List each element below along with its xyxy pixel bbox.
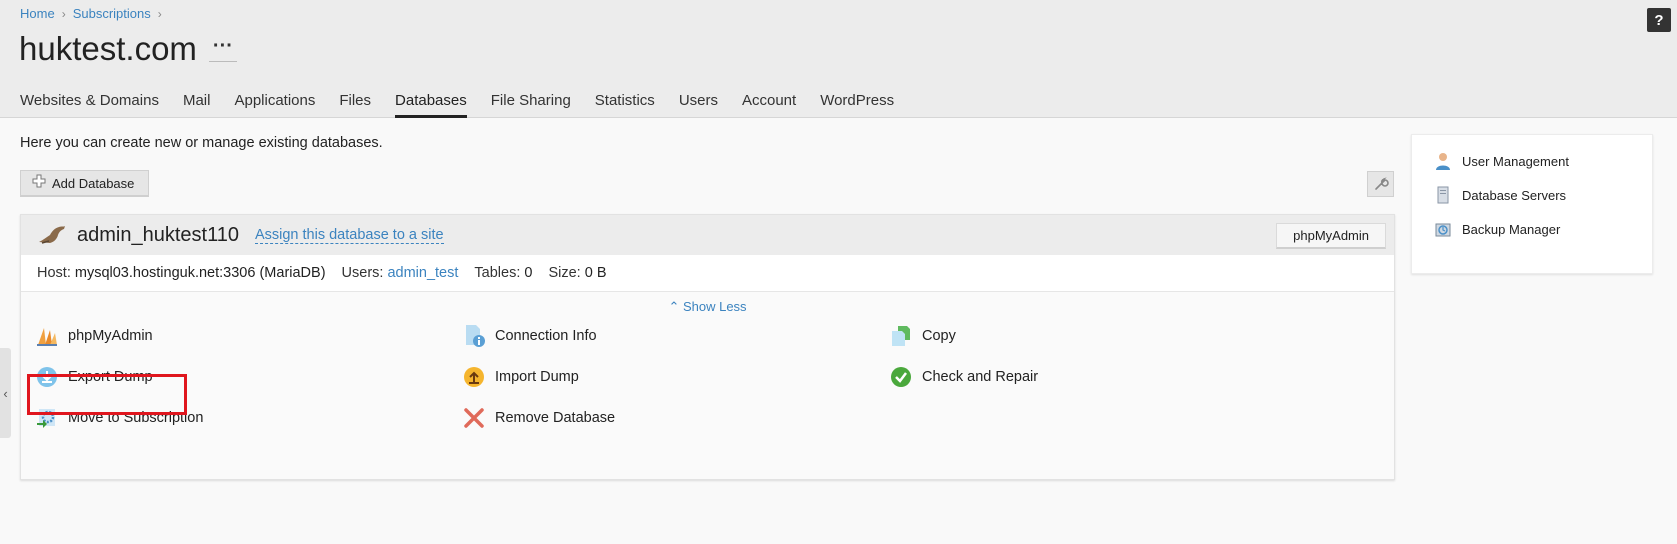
action-label: phpMyAdmin <box>68 328 153 344</box>
action-remove-database[interactable]: Remove Database <box>462 405 615 431</box>
show-less-toggle[interactable]: ⌃ Show Less <box>21 299 1394 315</box>
chevron-up-icon: ⌃ <box>668 299 680 314</box>
breadcrumb: Home › Subscriptions › <box>20 6 169 21</box>
copy-icon <box>889 324 913 348</box>
host-value: mysql03.hostinguk.net:3306 (MariaDB) <box>74 265 326 281</box>
remove-icon <box>462 406 486 430</box>
user-management-link[interactable]: User Management <box>1434 152 1569 170</box>
tab-applications[interactable]: Applications <box>234 92 315 118</box>
database-info-row: Host: mysql03.hostinguk.net:3306 (MariaD… <box>21 255 1394 292</box>
users-label: Users: <box>341 265 384 281</box>
size-info: Size: 0 B <box>548 265 606 281</box>
action-import-dump[interactable]: Import Dump <box>462 364 579 390</box>
upload-icon <box>462 365 486 389</box>
action-copy[interactable]: Copy <box>889 323 956 349</box>
database-servers-link[interactable]: Database Servers <box>1434 186 1566 204</box>
tab-databases[interactable]: Databases <box>395 92 467 118</box>
add-database-button[interactable]: Add Database <box>20 170 149 197</box>
breadcrumb-home[interactable]: Home <box>20 6 55 21</box>
tab-websites-domains[interactable]: Websites & Domains <box>20 92 159 118</box>
host-info: Host: mysql03.hostinguk.net:3306 (MariaD… <box>37 265 326 281</box>
help-button[interactable]: ? <box>1647 8 1671 32</box>
page-title-row: huktest.com ··· <box>19 30 237 68</box>
users-link[interactable]: admin_test <box>387 265 458 281</box>
checkmark-icon <box>889 365 913 389</box>
user-icon <box>1434 152 1452 170</box>
collapse-handle[interactable]: ‹ <box>0 348 11 438</box>
tab-mail[interactable]: Mail <box>183 92 211 118</box>
chevron-right-icon: › <box>61 6 66 21</box>
database-servers-label: Database Servers <box>1462 187 1567 203</box>
tab-users[interactable]: Users <box>679 92 718 118</box>
user-management-label: User Management <box>1462 153 1569 169</box>
size-label: Size: <box>548 265 581 281</box>
add-database-label: Add Database <box>52 175 135 191</box>
more-actions-button[interactable]: ··· <box>208 36 237 62</box>
action-check-repair[interactable]: Check and Repair <box>889 364 1038 390</box>
action-label: Copy <box>922 328 956 344</box>
tab-file-sharing[interactable]: File Sharing <box>491 92 571 118</box>
users-info: Users: admin_test <box>342 265 459 281</box>
server-icon <box>1434 186 1452 204</box>
database-actions: phpMyAdmin Export Dump Move to Subscript… <box>21 323 1394 463</box>
action-label: Check and Repair <box>922 369 1039 385</box>
phpmyadmin-button[interactable]: phpMyAdmin <box>1276 223 1386 249</box>
action-label: Connection Info <box>495 328 597 344</box>
phpmyadmin-icon <box>35 324 59 348</box>
wrench-icon[interactable] <box>1367 171 1394 197</box>
database-card-header: admin_huktest110 Assign this database to… <box>21 215 1394 255</box>
backup-manager-label: Backup Manager <box>1462 221 1561 237</box>
backup-icon <box>1434 220 1452 238</box>
action-label: Remove Database <box>495 410 616 426</box>
host-label: Host: <box>37 265 71 281</box>
action-connection-info[interactable]: Connection Info <box>462 323 597 349</box>
tab-files[interactable]: Files <box>339 92 371 118</box>
tab-wordpress[interactable]: WordPress <box>820 92 894 118</box>
database-name: admin_huktest110 <box>77 223 239 246</box>
database-card: admin_huktest110 Assign this database to… <box>20 214 1395 480</box>
seal-icon <box>37 223 67 248</box>
page-header: Home › Subscriptions › huktest.com ··· ?… <box>0 0 1677 118</box>
size-value: 0 B <box>584 265 607 281</box>
page-title: huktest.com <box>19 30 197 67</box>
chevron-left-icon: ‹ <box>3 385 8 401</box>
tab-account[interactable]: Account <box>742 92 796 118</box>
tables-label: Tables: <box>474 265 521 281</box>
tab-bar: Websites & Domains Mail Applications Fil… <box>20 92 918 118</box>
backup-manager-link[interactable]: Backup Manager <box>1434 220 1560 238</box>
assign-database-link[interactable]: Assign this database to a site <box>254 227 444 244</box>
export-dump-highlight <box>27 374 187 415</box>
tab-statistics[interactable]: Statistics <box>595 92 655 118</box>
chevron-right-icon: › <box>157 6 162 21</box>
action-phpmyadmin[interactable]: phpMyAdmin <box>35 323 153 349</box>
intro-text: Here you can create new or manage existi… <box>20 135 383 151</box>
connection-info-icon <box>462 324 486 348</box>
plus-icon <box>32 174 46 192</box>
tables-value: 0 <box>524 265 533 281</box>
show-less-label: Show Less <box>682 299 747 314</box>
right-sidebar: User Management Database Servers Backup … <box>1411 134 1653 274</box>
action-label: Import Dump <box>495 369 579 385</box>
tables-info: Tables: 0 <box>474 265 532 281</box>
breadcrumb-subscriptions[interactable]: Subscriptions <box>73 6 151 21</box>
